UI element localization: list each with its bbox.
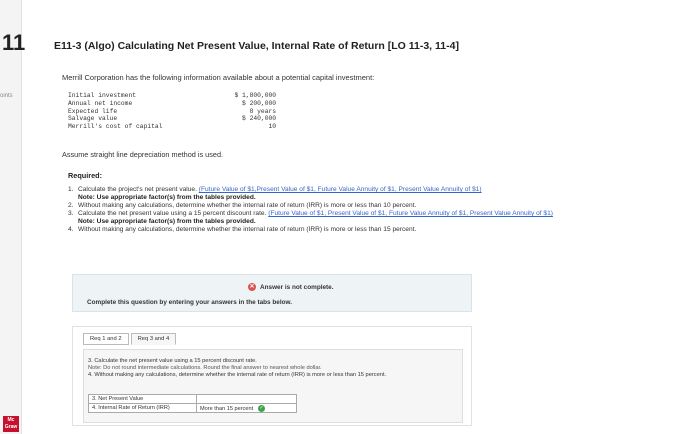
answer-row: 4. Internal Rate of Return (IRR) More th… [88, 403, 297, 413]
requirement-item: 4. Without making any calculations, dete… [68, 226, 678, 234]
given-row: Annual net income $ 200,000 [68, 100, 276, 108]
requirements-list: 1. Calculate the project's net present v… [68, 186, 678, 234]
tab-req-1-and-2[interactable]: Req 1 and 2 [83, 333, 129, 345]
requirement-note: Note: Use appropriate factor(s) from the… [78, 194, 256, 201]
question-title: E11-3 (Algo) Calculating Net Present Val… [54, 40, 459, 52]
requirement-text: Calculate the project's net present valu… [78, 186, 199, 193]
required-heading: Required: [68, 171, 103, 180]
requirement-note: Note: Use appropriate factor(s) from the… [78, 218, 256, 225]
given-value: $ 240,000 [242, 115, 277, 123]
answer-work-area: Req 1 and 2 Req 3 and 4 3. Calculate the… [72, 326, 472, 426]
points-label: oints [0, 93, 13, 99]
requirement-text: Calculate the net present value using a … [78, 210, 269, 217]
intro-text: Merrill Corporation has the following in… [62, 73, 375, 82]
depreciation-note: Assume straight line depreciation method… [62, 150, 224, 159]
answer-status: ✕ Answer is not complete. [248, 283, 334, 291]
given-row: Merrill's cost of capital 10 [68, 123, 276, 131]
answer-label: 3. Net Present Value [88, 394, 197, 404]
factor-tables-link[interactable]: (Future Value of $1,Present Value of $1,… [199, 186, 482, 193]
complete-instructions: Complete this question by entering your … [87, 299, 293, 306]
x-icon: ✕ [248, 283, 256, 291]
requirement-number: 1. [68, 186, 74, 193]
status-text: Answer is not complete. [260, 283, 334, 291]
given-label: Initial investment [68, 92, 137, 99]
left-rail: 11 oints Mc Graw [0, 0, 26, 434]
requirement-number: 3. [68, 210, 74, 217]
irr-select[interactable]: More than 15 percent ✓ [196, 403, 297, 413]
given-label: Expected life [68, 107, 118, 115]
tab-instructions: 3. Calculate the net present value using… [88, 358, 458, 379]
tab-content-panel: 3. Calculate the net present value using… [83, 349, 463, 423]
publisher-logo: Mc Graw [3, 416, 19, 432]
irr-select-value: More than 15 percent [200, 405, 254, 412]
given-label: Annual net income [68, 99, 133, 107]
requirement-item: 1. Calculate the project's net present v… [68, 186, 678, 202]
requirement-number: 4. [68, 226, 74, 233]
question-number: 11 [2, 30, 26, 55]
given-data-table: Initial investment $ 1,800,000 Annual net… [68, 92, 276, 131]
requirement-item: 2. Without making any calculations, dete… [68, 202, 678, 210]
check-icon: ✓ [258, 404, 266, 412]
requirement-item: 3. Calculate the net present value using… [68, 210, 678, 226]
answer-label: 4. Internal Rate of Return (IRR) [88, 403, 197, 413]
tab-req-3-and-4[interactable]: Req 3 and 4 [130, 333, 177, 345]
npv-input[interactable] [196, 394, 297, 404]
given-row: Initial investment $ 1,800,000 [68, 92, 276, 100]
answer-table: 3. Net Present Value 4. Internal Rate of… [88, 394, 297, 413]
answer-row: 3. Net Present Value [88, 394, 297, 404]
requirement-number: 2. [68, 202, 74, 209]
given-value: $ 200,000 [242, 99, 277, 107]
instruction-note: Note: Do not round intermediate calculat… [88, 365, 322, 371]
given-row: Salvage value $ 240,000 [68, 115, 276, 123]
requirement-text: Without making any calculations, determi… [78, 226, 417, 233]
requirement-text: Without making any calculations, determi… [78, 202, 417, 209]
given-label: Merrill's cost of capital [68, 123, 163, 131]
answer-status-panel: ✕ Answer is not complete. Complete this … [72, 274, 472, 312]
factor-tables-link[interactable]: (Future Value of $1, Present Value of $1… [268, 210, 553, 217]
given-label: Salvage value [68, 115, 118, 123]
given-value: 8 years [249, 107, 277, 115]
instruction-line: 3. Calculate the net present value using… [88, 358, 257, 364]
requirement-tabs: Req 1 and 2 Req 3 and 4 [83, 333, 177, 345]
given-value: $ 1,800,000 [234, 92, 277, 99]
instruction-line: 4. Without making any calculations, dete… [88, 372, 387, 378]
given-row: Expected life 8 years [68, 108, 276, 116]
given-value: 10 [268, 123, 277, 131]
